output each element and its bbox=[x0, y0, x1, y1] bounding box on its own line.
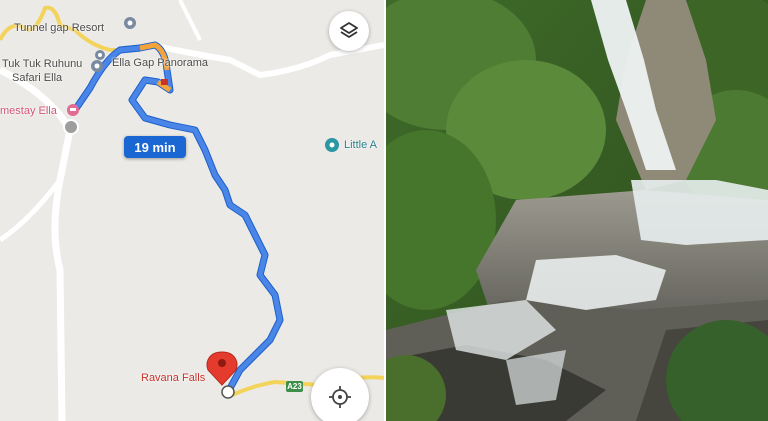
poi-homestay-label[interactable]: mestay Ella bbox=[0, 105, 57, 117]
poi-tuk-tuk-label-2[interactable]: Safari Ella bbox=[12, 72, 62, 84]
poi-little-label[interactable]: Little A bbox=[344, 139, 377, 151]
road-north-branch bbox=[178, 0, 202, 41]
layers-icon bbox=[340, 22, 358, 38]
my-location-button[interactable] bbox=[311, 368, 369, 421]
waterfall-photo bbox=[386, 0, 768, 421]
road-west bbox=[0, 66, 74, 421]
destination-dot bbox=[221, 385, 235, 399]
waterfall-illustration bbox=[386, 0, 768, 421]
destination-label[interactable]: Ravana Falls bbox=[141, 372, 205, 384]
place-pin-ella-gap bbox=[95, 50, 105, 60]
layers-button[interactable] bbox=[329, 11, 369, 51]
origin-marker bbox=[63, 119, 79, 135]
route-line bbox=[72, 42, 283, 394]
place-pin-tuk-tuk bbox=[91, 60, 103, 72]
route-time-chip[interactable]: 19 min bbox=[124, 136, 186, 158]
road-branch bbox=[0, 178, 62, 243]
place-pin-little bbox=[325, 138, 339, 152]
route-incident-marker bbox=[161, 79, 168, 85]
road-shield: A23 bbox=[286, 381, 303, 392]
my-location-icon bbox=[329, 386, 351, 408]
place-pin-homestay bbox=[67, 104, 79, 116]
poi-tunnel-gap-label[interactable]: Tunnel gap Resort bbox=[14, 22, 104, 34]
poi-tuk-tuk-label-1[interactable]: Tuk Tuk Ruhunu bbox=[2, 58, 82, 70]
poi-ella-gap-label[interactable]: Ella Gap Panorama bbox=[112, 57, 208, 69]
map-panel[interactable]: Tunnel gap Resort Tuk Tuk Ruhunu Safari … bbox=[0, 0, 384, 421]
place-pin-tunnel-gap bbox=[124, 17, 136, 29]
